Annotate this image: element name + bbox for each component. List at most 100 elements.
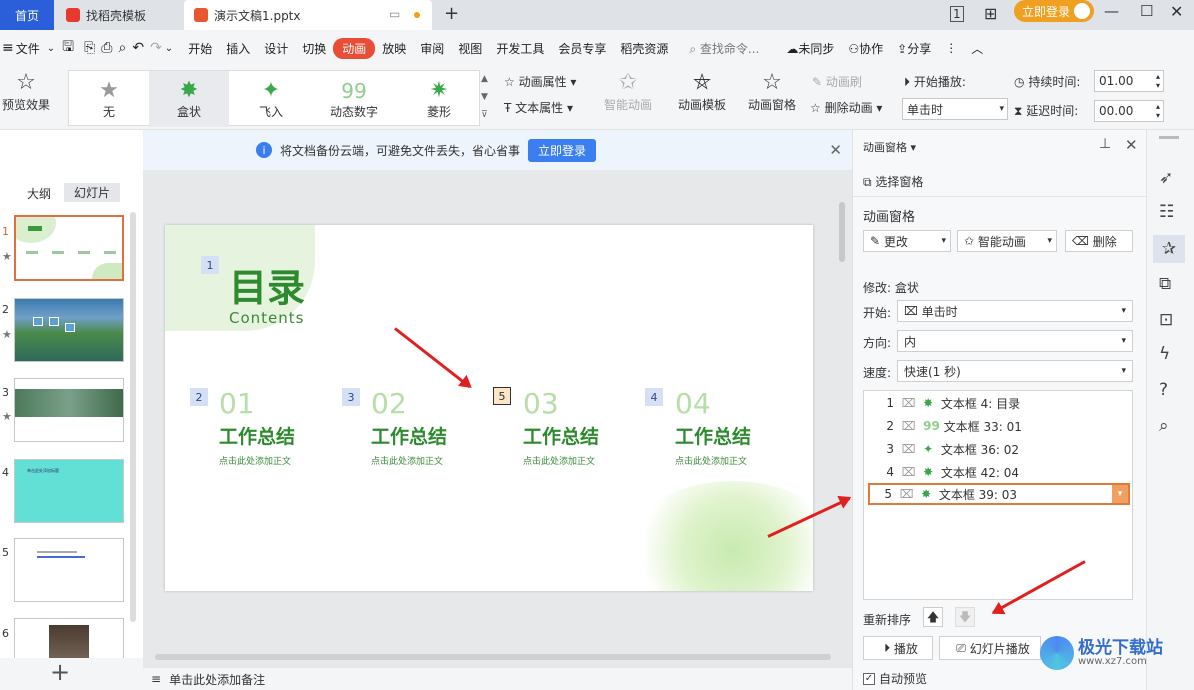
canvas-horizontal-scrollbar[interactable]	[155, 654, 831, 660]
start-trigger-select[interactable]: 单击时 ▾	[902, 98, 1008, 120]
lightning-icon[interactable]: ϟ	[1159, 344, 1170, 364]
item-body[interactable]: 点击此处添加正文	[371, 454, 443, 467]
tab-document[interactable]: 演示文稿1.pptx ▭	[184, 0, 432, 30]
smart-anim-button[interactable]: ✩ 智能动画	[598, 70, 658, 113]
speed-select[interactable]: 快速(1 秒) ▾	[897, 360, 1133, 382]
tab-slides[interactable]: 幻灯片	[64, 183, 121, 202]
print-icon[interactable]: ⎙	[98, 40, 115, 56]
anim-order-badge[interactable]: 2	[190, 388, 208, 406]
gallery-item-dynamic-number[interactable]: 99 动态数字	[309, 71, 399, 127]
pane-header[interactable]: 动画窗格 ▾	[863, 139, 916, 155]
slide-canvas[interactable]: 1 目录 Contents 2 01 工作总结 点击此处添加正文 3 02 工作…	[165, 225, 813, 591]
anim-order-badge[interactable]: 3	[342, 388, 360, 406]
direction-select[interactable]: 内 ▾	[897, 330, 1133, 352]
animation-star-active-icon[interactable]: ✰	[1153, 235, 1185, 263]
export-pdf-icon[interactable]: ⎘	[81, 40, 98, 56]
list-item[interactable]: 4 ⌧ ✸ 文本框 42: 04	[872, 461, 1132, 483]
menu-item-slideshow[interactable]: 放映	[375, 40, 413, 57]
add-slide-button[interactable]: +	[50, 658, 70, 686]
slide-thumb-2[interactable]	[14, 298, 124, 362]
search-command[interactable]: ⌕ 查找命令...	[675, 40, 766, 57]
close-notice-icon[interactable]: ✕	[829, 141, 842, 159]
menu-item-start[interactable]: 开始	[181, 40, 219, 57]
anim-pane-button[interactable]: ☆ 动画窗格	[742, 70, 802, 113]
list-item[interactable]: 1 ⌧ ✸ 文本框 4: 目录	[872, 392, 1132, 414]
hamburger-icon[interactable]: ≡	[0, 40, 16, 56]
save-icon[interactable]: 🖫	[55, 36, 81, 60]
tab-home[interactable]: 首页	[0, 0, 54, 30]
item-body[interactable]: 点击此处添加正文	[675, 454, 747, 467]
menu-item-view[interactable]: 视图	[451, 40, 489, 57]
anim-brush-button[interactable]: ✎ 动画刷	[812, 73, 862, 90]
menu-item-devtools[interactable]: 开发工具	[489, 40, 551, 57]
menu-item-review[interactable]: 审阅	[413, 40, 451, 57]
close-pane-icon[interactable]: ✕	[1125, 136, 1138, 154]
delay-input[interactable]: 00.00 ▴ ▾	[1094, 100, 1164, 122]
slide-thumb-4[interactable]: 单击此处添加标题	[14, 459, 124, 523]
menu-item-design[interactable]: 设计	[257, 40, 295, 57]
anim-order-badge[interactable]: 4	[645, 388, 663, 406]
more-chevron-icon[interactable]: ⌄	[165, 43, 181, 54]
new-tab-button[interactable]: +	[444, 3, 459, 24]
thumbnail-scrollbar[interactable]	[130, 212, 136, 622]
menu-item-insert[interactable]: 插入	[219, 40, 257, 57]
redo-icon[interactable]: ↷	[147, 40, 165, 56]
item-number[interactable]: 02	[371, 387, 407, 420]
item-body[interactable]: 点击此处添加正文	[523, 454, 595, 467]
item-title[interactable]: 工作总结	[371, 422, 447, 449]
gallery-item-box[interactable]: ✸ 盒状	[149, 71, 229, 127]
auto-preview-checkbox[interactable]: ✓ 自动预览	[863, 670, 927, 687]
share-button[interactable]: ⇪分享	[890, 40, 938, 57]
file-menu[interactable]: 文件	[16, 40, 47, 57]
anim-order-badge-selected[interactable]: 5	[493, 387, 511, 405]
slide-subtitle[interactable]: Contents	[229, 309, 304, 327]
undo-icon[interactable]: ↶	[129, 40, 147, 56]
copy-format-icon[interactable]: ⧉	[1159, 274, 1171, 294]
rocket-icon[interactable]: ➶	[1159, 168, 1173, 188]
maximize-icon[interactable]: ☐	[1140, 2, 1153, 20]
collab-button[interactable]: ⚇协作	[841, 40, 890, 57]
collapse-ribbon-icon[interactable]: ︿	[964, 40, 990, 57]
stepper-icon[interactable]: ▴ ▾	[1156, 72, 1163, 90]
print-preview-icon[interactable]: ⌕	[115, 40, 129, 56]
gallery-item-fly-in[interactable]: ✦ 飞入	[231, 71, 311, 127]
slide-thumb-1[interactable]	[14, 215, 124, 281]
list-item[interactable]: 2 ⌧ 99 文本框 33: 01	[872, 415, 1132, 437]
duration-input[interactable]: 01.00 ▴ ▾	[1094, 70, 1164, 92]
gallery-item-diamond[interactable]: ✷ 菱形	[399, 71, 479, 127]
login-button[interactable]: 立即登录	[1014, 0, 1094, 22]
help-icon[interactable]: ?	[1159, 380, 1168, 400]
image-edit-icon[interactable]: ⊡	[1159, 310, 1173, 330]
list-item-selected[interactable]: 5 ⌧ ✸ 文本框 39: 03 ▾	[868, 483, 1130, 505]
item-title[interactable]: 工作总结	[523, 422, 599, 449]
search-doc-icon[interactable]: ⌕	[1159, 416, 1169, 436]
more-options-icon[interactable]: ⋮	[938, 41, 964, 55]
slide-thumb-3[interactable]	[14, 378, 124, 442]
sync-button[interactable]: ☁未同步	[766, 40, 841, 57]
pin-icon[interactable]: ⊥	[1099, 136, 1111, 152]
slideshow-button[interactable]: ⎚ 幻灯片播放	[939, 636, 1041, 660]
sliders-icon[interactable]: ☷	[1159, 202, 1174, 222]
anim-order-badge[interactable]: 1	[201, 256, 219, 274]
stepper-icon[interactable]: ▴ ▾	[1156, 102, 1163, 120]
gallery-scroll[interactable]: ▲ ▼ ⊽	[481, 70, 488, 124]
minimize-icon[interactable]: —	[1104, 2, 1119, 20]
tab-outline[interactable]: 大纲	[27, 185, 51, 202]
menu-item-transition[interactable]: 切换	[295, 40, 333, 57]
gallery-item-none[interactable]: ★ 无	[69, 71, 149, 127]
notes-bar[interactable]: ≡ 单击此处添加备注	[143, 668, 852, 690]
monitor-icon[interactable]: ▭	[389, 7, 400, 21]
select-pane-button[interactable]: ⧉ 选择窗格	[863, 173, 923, 190]
delete-anim-button[interactable]: ☆ 删除动画 ▾	[810, 99, 882, 116]
menu-item-animation[interactable]: 动画	[333, 37, 376, 59]
slide-thumb-5[interactable]	[14, 538, 124, 602]
item-dropdown-icon[interactable]: ▾	[1112, 485, 1128, 503]
tab-templates[interactable]: 找稻壳模板	[56, 0, 180, 30]
menu-item-docer[interactable]: 稻壳资源	[613, 40, 675, 57]
anim-props-button[interactable]: ☆ 动画属性 ▾	[504, 73, 576, 90]
grid-apps-icon[interactable]: ⊞	[984, 4, 997, 23]
menu-item-member[interactable]: 会员专享	[551, 40, 613, 57]
item-number[interactable]: 01	[219, 387, 255, 420]
play-button[interactable]: ⏵ 播放	[863, 636, 933, 660]
text-props-button[interactable]: Ŧ 文本属性 ▾	[504, 99, 573, 116]
